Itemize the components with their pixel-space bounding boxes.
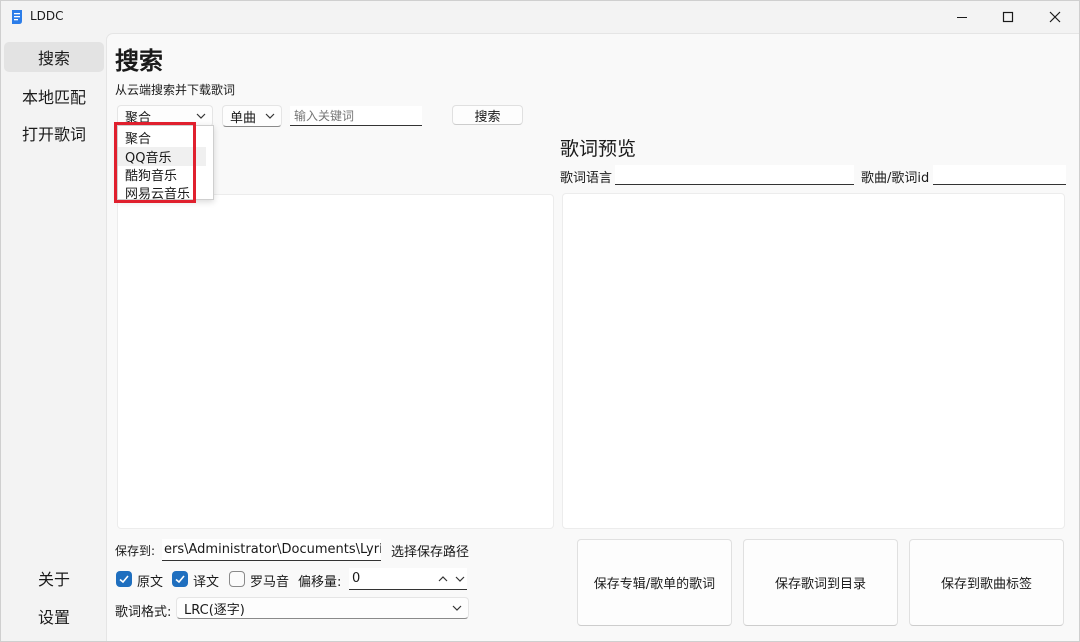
minimize-button[interactable] (939, 1, 985, 33)
lyrics-language-label: 歌词语言 (560, 171, 613, 186)
title-bar: LDDC (1, 1, 1079, 33)
save-path-field[interactable]: ers\Administrator\Documents\Lyrics (162, 539, 381, 561)
highlight-annotation (114, 122, 196, 203)
chevron-down-icon[interactable] (455, 575, 465, 583)
lyrics-format-select[interactable]: LRC(逐字) (176, 597, 469, 619)
type-select-value: 单曲 (230, 110, 257, 126)
maximize-icon (1002, 11, 1014, 23)
offset-value: 0 (352, 571, 361, 586)
type-select[interactable]: 单曲 (222, 105, 282, 127)
offset-label: 偏移量: (298, 575, 342, 590)
song-id-field[interactable] (933, 165, 1066, 185)
chevron-down-icon (196, 113, 206, 119)
save-to-song-tags-button[interactable]: 保存到歌曲标签 (909, 539, 1064, 626)
lyrics-format-value: LRC(逐字) (184, 602, 245, 618)
chevron-up-icon[interactable] (438, 575, 448, 583)
choose-save-path-button[interactable]: 选择保存路径 (391, 541, 469, 560)
format-label: 歌词格式: (115, 605, 172, 620)
lyrics-preview-area[interactable] (562, 193, 1065, 529)
sidebar-item-search[interactable]: 搜索 (4, 42, 104, 72)
sidebar-item-label: 本地匹配 (21, 88, 86, 107)
translation-checkbox[interactable] (172, 571, 188, 587)
window-title: LDDC (30, 9, 64, 23)
sidebar-item-label: 关于 (37, 570, 70, 589)
sidebar-item-label: 搜索 (37, 49, 70, 68)
page-title: 搜索 (115, 47, 163, 75)
app-logo-icon (12, 10, 22, 24)
translation-checkbox-label: 译文 (193, 575, 220, 590)
chevron-down-icon (452, 605, 462, 611)
checkmark-icon (175, 575, 185, 584)
chevron-down-icon (265, 113, 275, 119)
song-id-label: 歌曲/歌词id (861, 171, 930, 186)
sidebar-item-about[interactable]: 关于 (4, 563, 104, 593)
page-subtitle: 从云端搜索并下载歌词 (115, 83, 236, 97)
keyword-input[interactable] (290, 106, 422, 126)
app-window: LDDC 搜索 本地匹配 打开歌词 关于 设置 搜索 从云端搜索并下载歌词 聚合… (0, 0, 1080, 642)
romaji-checkbox[interactable] (229, 571, 245, 587)
sidebar-item-local-match[interactable]: 本地匹配 (4, 81, 104, 111)
original-checkbox[interactable] (116, 571, 132, 587)
sidebar-item-settings[interactable]: 设置 (4, 601, 104, 631)
search-button-label: 搜索 (474, 109, 501, 125)
save-lyrics-to-folder-button[interactable]: 保存歌词到目录 (743, 539, 898, 626)
maximize-button[interactable] (985, 1, 1031, 33)
sidebar-item-label: 打开歌词 (21, 125, 86, 144)
save-path-label: 保存到: (115, 544, 156, 558)
close-button[interactable] (1032, 1, 1078, 33)
button-label: 保存歌词到目录 (774, 577, 866, 592)
preview-title: 歌词预览 (560, 138, 637, 160)
close-icon (1049, 11, 1061, 23)
sidebar-item-label: 设置 (37, 608, 70, 627)
save-album-playlist-lyrics-button[interactable]: 保存专辑/歌单的歌词 (577, 539, 732, 626)
button-label: 保存到歌曲标签 (940, 577, 1032, 592)
original-checkbox-label: 原文 (137, 575, 164, 590)
romaji-checkbox-label: 罗马音 (250, 575, 290, 590)
search-results-table[interactable] (117, 194, 554, 529)
offset-spinbox[interactable]: 0 (349, 568, 467, 590)
search-button[interactable]: 搜索 (452, 105, 523, 125)
button-label: 保存专辑/歌单的歌词 (593, 577, 716, 592)
minimize-icon (957, 17, 967, 18)
sidebar-item-open-lyrics[interactable]: 打开歌词 (4, 118, 104, 148)
lyrics-language-field[interactable] (615, 165, 854, 185)
checkmark-icon (119, 575, 129, 584)
